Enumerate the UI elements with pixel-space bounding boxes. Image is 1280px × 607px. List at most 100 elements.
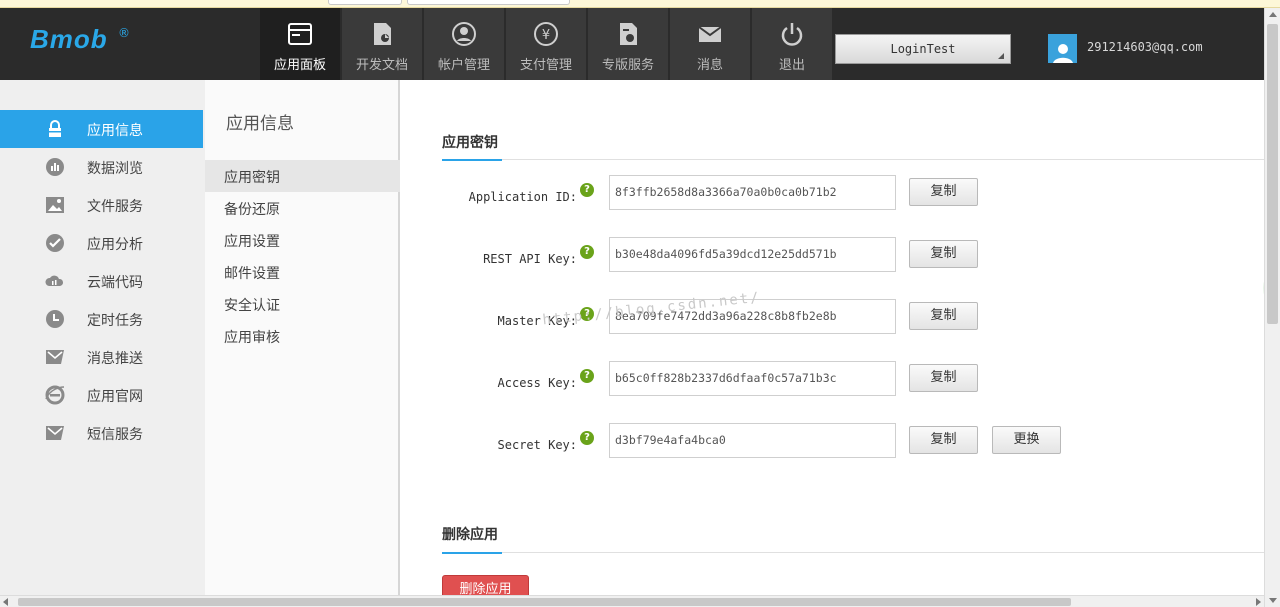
nav-item-pro-service[interactable]: 专版服务 bbox=[588, 8, 668, 80]
subnav-item-label: 应用审核 bbox=[224, 330, 280, 346]
user-circle-icon bbox=[452, 22, 476, 46]
nav-item-app-panel[interactable]: 应用面板 bbox=[260, 8, 340, 80]
sidebar-item-label: 应用信息 bbox=[87, 123, 143, 139]
sidebar-item-data-browse[interactable]: 数据浏览 bbox=[0, 148, 203, 186]
sidebar-item-label: 定时任务 bbox=[87, 313, 143, 329]
user-icon bbox=[1052, 44, 1073, 63]
svg-text:¥: ¥ bbox=[542, 28, 550, 43]
help-icon[interactable]: ? bbox=[580, 307, 594, 321]
key-label: Secret Key: bbox=[497, 438, 577, 452]
subnav-item-label: 应用设置 bbox=[224, 234, 280, 250]
nav-item-logout[interactable]: 退出 bbox=[752, 8, 832, 80]
scroll-up-icon[interactable] bbox=[1269, 12, 1277, 17]
subnav-item-label: 邮件设置 bbox=[224, 266, 280, 282]
subnav-item-security-auth[interactable]: 安全认证 bbox=[205, 288, 400, 320]
subnav-item-email-settings[interactable]: 邮件设置 bbox=[205, 256, 400, 288]
sidebar-item-label: 云端代码 bbox=[87, 275, 143, 291]
nav-label: 退出 bbox=[778, 58, 805, 73]
subnav-title: 应用信息 bbox=[226, 114, 294, 134]
sidebar-item-app-info[interactable]: 应用信息 bbox=[0, 110, 213, 148]
sidebar-item-file-service[interactable]: 文件服务 bbox=[0, 186, 203, 224]
copy-master-key-button[interactable]: 复制 bbox=[909, 302, 978, 330]
nav-label: 开发文档 bbox=[355, 58, 408, 73]
help-icon[interactable]: ? bbox=[580, 431, 594, 445]
rest-api-key-field[interactable]: b30e48da4096fd5a39dcd12e25dd571b bbox=[609, 237, 896, 272]
ie-icon bbox=[45, 385, 65, 405]
scroll-right-icon[interactable] bbox=[1256, 598, 1261, 606]
section-divider bbox=[442, 159, 1264, 161]
scrollbar-thumb[interactable] bbox=[18, 598, 1071, 606]
secret-key-field[interactable]: d3bf79e4afa4bca0 bbox=[609, 423, 896, 458]
nav-label: 帐户管理 bbox=[437, 58, 490, 73]
scroll-left-icon[interactable] bbox=[3, 598, 8, 606]
app-select-dropdown[interactable]: LoginTest bbox=[835, 34, 1011, 64]
nav-item-payment[interactable]: ¥ 支付管理 bbox=[506, 8, 586, 80]
sidebar-item-app-analytics[interactable]: 应用分析 bbox=[0, 224, 203, 262]
subnav-item-label: 安全认证 bbox=[224, 298, 280, 314]
sidebar-item-label: 数据浏览 bbox=[87, 161, 143, 177]
vertical-scrollbar[interactable] bbox=[1264, 8, 1280, 607]
sidebar-item-cloud-code[interactable]: 云端代码 bbox=[0, 262, 203, 300]
copy-application-id-button[interactable]: 复制 bbox=[909, 178, 978, 206]
app-select-value: LoginTest bbox=[890, 42, 956, 56]
subnav-item-app-keys[interactable]: 应用密钥 bbox=[205, 160, 400, 192]
logo[interactable]: Bmob bbox=[30, 24, 108, 55]
cloud-icon bbox=[45, 275, 64, 286]
section-title-app-keys: 应用密钥 bbox=[442, 135, 498, 151]
scrollbar-thumb[interactable] bbox=[1267, 24, 1278, 324]
sidebar-item-push-message[interactable]: 消息推送 bbox=[0, 338, 203, 376]
nav-label: 消息 bbox=[696, 58, 723, 73]
subnav-item-app-review[interactable]: 应用审核 bbox=[205, 320, 400, 352]
logo-registered-mark: ® bbox=[118, 26, 130, 40]
dropdown-caret-icon bbox=[998, 53, 1004, 59]
browser-tab[interactable] bbox=[328, 0, 402, 5]
copy-access-key-button[interactable]: 复制 bbox=[909, 364, 978, 392]
main-nav: 应用面板 开发文档 帐户管理 ¥ 支付管理 专版服务 消息 退出 bbox=[260, 8, 834, 80]
nav-item-account[interactable]: 帐户管理 bbox=[424, 8, 504, 80]
lock-icon bbox=[49, 120, 61, 137]
copy-secret-key-button[interactable]: 复制 bbox=[909, 426, 978, 454]
master-key-field[interactable]: 8ea709fe7472dd3a96a228c8b8fb2e8b bbox=[609, 299, 896, 334]
sidebar-item-label: 短信服务 bbox=[87, 427, 143, 443]
nav-item-dev-docs[interactable]: 开发文档 bbox=[342, 8, 422, 80]
key-label: REST API Key: bbox=[483, 252, 577, 266]
help-icon[interactable]: ? bbox=[580, 369, 594, 383]
horizontal-scrollbar[interactable] bbox=[0, 595, 1264, 607]
key-label: Access Key: bbox=[497, 376, 577, 390]
nav-item-messages[interactable]: 消息 bbox=[670, 8, 750, 80]
sidebar-item-label: 消息推送 bbox=[87, 351, 143, 367]
change-secret-key-button[interactable]: 更换 bbox=[992, 426, 1061, 454]
sidebar-item-app-website[interactable]: 应用官网 bbox=[0, 376, 203, 414]
sub-navigation: 应用信息 应用密钥 备份还原 应用设置 邮件设置 安全认证 应用审核 bbox=[205, 80, 400, 607]
access-key-field[interactable]: b65c0ff828b2337d6dfaaf0c57a71b3c bbox=[609, 361, 896, 396]
subnav-item-label: 应用密钥 bbox=[224, 170, 280, 186]
subnav-item-app-settings[interactable]: 应用设置 bbox=[205, 224, 400, 256]
document-chart-icon bbox=[620, 23, 637, 45]
sidebar-item-label: 应用分析 bbox=[87, 237, 143, 253]
help-icon[interactable]: ? bbox=[580, 245, 594, 259]
copy-rest-api-key-button[interactable]: 复制 bbox=[909, 240, 978, 268]
window-icon bbox=[288, 23, 312, 45]
scroll-down-icon[interactable] bbox=[1269, 598, 1277, 603]
browser-tab[interactable] bbox=[407, 0, 570, 5]
sms-icon bbox=[46, 426, 64, 440]
avatar[interactable] bbox=[1048, 34, 1077, 63]
subnav-item-backup-restore[interactable]: 备份还原 bbox=[205, 192, 400, 224]
clock-icon bbox=[46, 310, 64, 328]
browser-top-strip bbox=[0, 0, 1280, 8]
help-icon[interactable]: ? bbox=[580, 183, 594, 197]
document-icon bbox=[374, 23, 391, 45]
application-id-field[interactable]: 8f3ffb2658d8a3366a70a0b0ca0b71b2 bbox=[609, 175, 896, 210]
nav-label: 支付管理 bbox=[519, 58, 572, 73]
subnav-item-label: 备份还原 bbox=[224, 202, 280, 218]
sidebar-item-scheduled-task[interactable]: 定时任务 bbox=[0, 300, 203, 338]
sidebar-item-label: 文件服务 bbox=[87, 199, 143, 215]
top-header: Bmob ® 应用面板 开发文档 帐户管理 ¥ 支付管理 专版服务 消息 退出 bbox=[0, 8, 1264, 80]
user-email[interactable]: 291214603@qq.com bbox=[1087, 40, 1203, 54]
sidebar-item-sms-service[interactable]: 短信服务 bbox=[0, 414, 203, 452]
key-label: Application ID: bbox=[468, 190, 577, 204]
envelope-icon bbox=[46, 350, 64, 364]
nav-label: 专版服务 bbox=[601, 58, 654, 73]
check-circle-icon bbox=[46, 234, 64, 252]
bar-chart-icon bbox=[46, 158, 64, 176]
